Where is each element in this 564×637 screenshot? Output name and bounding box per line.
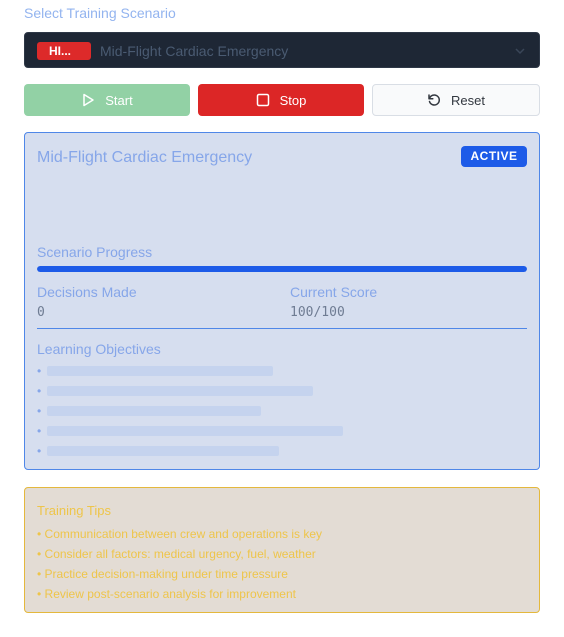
start-button[interactable]: Start bbox=[24, 84, 190, 116]
tip-item: • Communication between crew and operati… bbox=[37, 527, 323, 541]
tips-title: Training Tips bbox=[37, 503, 111, 518]
scenario-select-label: Select Training Scenario bbox=[24, 5, 176, 21]
objective-item: • bbox=[37, 401, 343, 421]
scenario-panel: Mid-Flight Cardiac Emergency ACTIVE Scen… bbox=[24, 132, 540, 470]
progress-fill bbox=[37, 266, 527, 272]
divider bbox=[37, 328, 527, 329]
objective-item: • bbox=[37, 421, 344, 441]
progress-label: Scenario Progress bbox=[37, 244, 153, 260]
scenario-title: Mid-Flight Cardiac Emergency bbox=[37, 149, 253, 166]
score-value: 100/100 bbox=[290, 305, 345, 320]
scenario-select[interactable]: HI... Mid-Flight Cardiac Emergency bbox=[24, 32, 540, 68]
tip-item: • Review post-scenario analysis for impr… bbox=[37, 587, 296, 601]
selected-scenario: Mid-Flight Cardiac Emergency bbox=[100, 43, 289, 59]
tips-list: • Communication between crew and operati… bbox=[37, 524, 322, 604]
play-icon bbox=[83, 93, 95, 107]
objective-item: • bbox=[37, 381, 343, 401]
tip-item: • Practice decision-making under time pr… bbox=[37, 567, 288, 581]
status-badge: ACTIVE bbox=[461, 146, 527, 167]
training-tips-panel: Training Tips • Communication between cr… bbox=[24, 487, 540, 613]
reset-button[interactable]: Reset bbox=[372, 84, 540, 116]
priority-badge: HI... bbox=[37, 42, 91, 60]
progress-bar bbox=[37, 266, 527, 272]
objective-item: • bbox=[37, 441, 343, 461]
stop-icon bbox=[256, 93, 269, 107]
decisions-label: Decisions Made bbox=[37, 284, 137, 300]
start-label: Start bbox=[105, 92, 133, 108]
objectives-title: Learning Objectives bbox=[37, 341, 161, 357]
score-label: Current Score bbox=[290, 284, 378, 300]
stop-label: Stop bbox=[279, 92, 307, 108]
objective-item: • bbox=[37, 361, 343, 381]
rotate-ccw-icon bbox=[428, 94, 441, 106]
stop-button[interactable]: Stop bbox=[198, 84, 364, 116]
chevron-down-icon bbox=[515, 48, 525, 55]
tip-item: • Consider all factors: medical urgency,… bbox=[37, 547, 316, 561]
decisions-value: 0 bbox=[37, 305, 45, 320]
objectives-list: • • • • • bbox=[37, 361, 344, 461]
reset-label: Reset bbox=[451, 92, 485, 108]
